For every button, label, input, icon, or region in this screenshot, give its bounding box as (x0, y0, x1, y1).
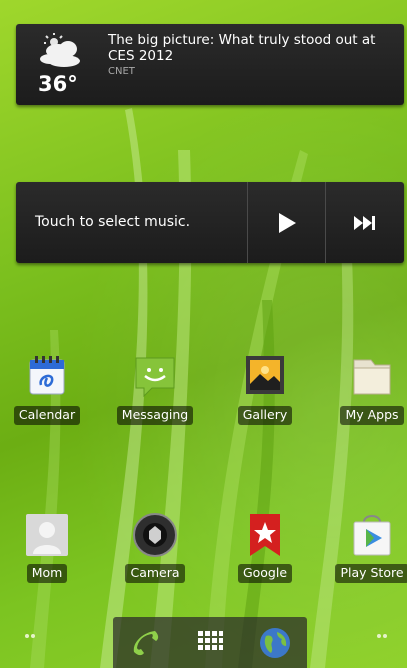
dock-app-drawer[interactable] (177, 617, 243, 668)
contact-icon (26, 514, 68, 556)
app-calendar[interactable]: Calendar (7, 354, 87, 425)
play-store-icon (353, 515, 391, 556)
app-my-apps[interactable]: My Apps (332, 354, 407, 425)
skip-next-button[interactable] (326, 182, 404, 263)
folder-icon (353, 359, 391, 395)
play-button[interactable] (248, 182, 325, 263)
app-label: My Apps (340, 406, 404, 425)
skip-next-icon (354, 215, 375, 230)
dock (113, 617, 307, 668)
partly-cloudy-icon (40, 33, 80, 67)
google-icon (250, 514, 280, 556)
app-label: Play Store (335, 564, 407, 583)
news-headline[interactable]: The big picture: What truly stood out at… (108, 32, 398, 64)
music-prompt[interactable]: Touch to select music. (35, 214, 190, 230)
app-google[interactable]: Google (225, 512, 305, 583)
page-indicator-right[interactable] (376, 632, 392, 640)
app-label: Calendar (13, 406, 81, 425)
phone-icon (133, 630, 159, 655)
app-label: Messaging (116, 406, 194, 425)
temperature-readout: 36° (38, 72, 78, 96)
news-source: CNET (108, 66, 135, 77)
app-camera[interactable]: Camera (115, 512, 195, 583)
app-label: Mom (26, 564, 68, 583)
app-messaging[interactable]: Messaging (115, 354, 195, 425)
app-mom[interactable]: Mom (7, 512, 87, 583)
app-gallery[interactable]: Gallery (225, 354, 305, 425)
dock-phone[interactable] (113, 617, 177, 668)
messaging-icon (135, 357, 175, 398)
calendar-icon (29, 356, 65, 395)
app-label: Camera (125, 564, 185, 583)
play-icon (278, 212, 296, 233)
app-play-store[interactable]: Play Store (332, 512, 407, 583)
app-label: Google (237, 564, 293, 583)
browser-icon (260, 627, 290, 658)
page-indicator-left[interactable] (24, 632, 40, 640)
news-weather-widget[interactable]: 36° The big picture: What truly stood ou… (16, 24, 404, 105)
app-drawer-icon (198, 630, 223, 650)
gallery-icon (246, 356, 284, 394)
app-label: Gallery (237, 406, 293, 425)
dock-browser[interactable] (243, 617, 307, 668)
camera-icon (133, 513, 177, 557)
music-widget[interactable]: Touch to select music. (16, 182, 404, 263)
